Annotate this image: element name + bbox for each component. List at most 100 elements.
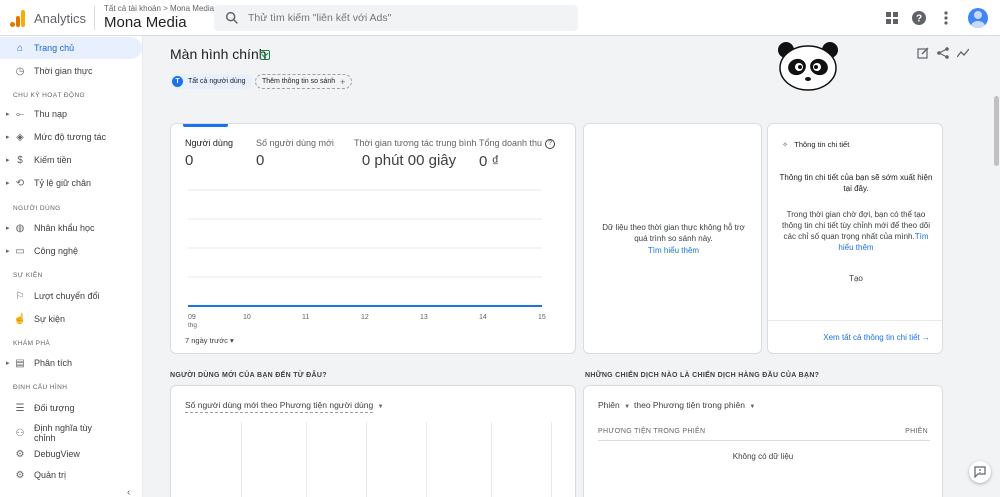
apps-grid-icon[interactable]: [883, 9, 901, 27]
x-tick-label: 14: [479, 314, 487, 321]
learn-more-link[interactable]: Tìm hiểu thêm: [596, 246, 751, 255]
x-tick-label: 09: [188, 314, 196, 321]
help-icon[interactable]: ?: [545, 138, 556, 149]
sidebar-item-explore[interactable]: ▸ ▤ Phân tích: [0, 352, 143, 374]
edit-icon[interactable]: [916, 46, 930, 60]
help-icon[interactable]: ?: [910, 9, 928, 27]
sidebar-item-engagement[interactable]: ▸ ◈ Mức độ tương tác: [0, 126, 143, 148]
debug-icon: ⚙: [15, 448, 25, 460]
insights-header: Thông tin chi tiết: [794, 140, 850, 149]
sidebar-item-label: Trang chủ: [34, 43, 75, 53]
x-tick-label: 12: [361, 314, 369, 321]
dimension-dropdown[interactable]: theo Phương tiện trong phiên ▼: [634, 400, 755, 410]
metric-users[interactable]: Người dùng 0: [185, 138, 233, 169]
search-input[interactable]: [248, 9, 568, 27]
chevron-down-icon: ▼: [377, 404, 384, 410]
link-label: Xem tất cả thông tin chi tiết: [823, 333, 920, 342]
x-tick-label: thg: [188, 322, 197, 329]
collapse-sidebar-icon[interactable]: ‹: [127, 487, 130, 497]
insights-card: ✧ Thông tin chi tiết Thông tin chi tiết …: [767, 123, 943, 354]
sparkle-icon: ✧: [782, 140, 789, 149]
property-selector[interactable]: Mona Media: [104, 14, 187, 31]
metric-new-users[interactable]: Số người dùng mới 0: [256, 138, 334, 169]
sidebar-item-tech[interactable]: ▸ ▭ Công nghệ: [0, 240, 143, 262]
chip-label: Thêm thông tin so sánh: [262, 78, 336, 85]
comparison-chip-all-users[interactable]: T Tất cả người dùng: [170, 74, 252, 89]
column-header[interactable]: PHƯƠNG TIỆN TRONG PHIÊN: [598, 428, 705, 435]
sidebar-item-retention[interactable]: ▸ ⟲ Tỷ lệ giữ chân: [0, 172, 143, 194]
section-lifecycle: CHU KỲ HOẠT ĐỘNG: [13, 92, 86, 99]
scrollbar[interactable]: [994, 96, 999, 166]
sidebar-item-demographics[interactable]: ▸ ◍ Nhân khẩu học: [0, 217, 143, 239]
section-configure: ĐỊNH CẤU HÌNH: [13, 384, 68, 391]
metric-label: Số người dùng mới: [256, 138, 334, 148]
column-header[interactable]: PHIÊN: [905, 428, 928, 435]
chip-label: Tất cả người dùng: [188, 78, 246, 85]
account-avatar[interactable]: [968, 8, 988, 28]
sidebar-item-label: Tỷ lệ giữ chân: [34, 178, 92, 188]
dropdown-label: theo Phương tiện trong phiên: [634, 400, 745, 410]
analytics-logo[interactable]: [10, 9, 26, 27]
analysis-icon: ▤: [15, 357, 25, 369]
date-range-dropdown[interactable]: 7 ngày trước ▾: [185, 336, 234, 345]
x-tick-label: 11: [302, 314, 309, 321]
expand-caret-icon: ▸: [6, 360, 10, 367]
dimension-dropdown[interactable]: Số người dùng mới theo Phương tiện người…: [185, 400, 384, 413]
expand-caret-icon: ▸: [6, 111, 10, 118]
custom-definitions-icon: ⚇: [15, 427, 25, 439]
sidebar-item-audiences[interactable]: ☰ Đối tượng: [0, 397, 143, 419]
breadcrumb[interactable]: Tất cả tài khoản > Mona Media: [104, 4, 214, 13]
clock-icon: ◷: [15, 65, 25, 77]
section-heading: NHỮNG CHIẾN DỊCH NÀO LÀ CHIẾN DỊCH HÀNG …: [585, 372, 820, 379]
sidebar-item-realtime[interactable]: ◷ Thời gian thực: [0, 60, 143, 82]
sidebar-item-monetization[interactable]: ▸ $ Kiếm tiền: [0, 149, 143, 171]
chevron-down-icon: ▼: [749, 404, 756, 410]
sidebar-item-label: Thời gian thực: [34, 66, 93, 76]
expand-caret-icon: ▸: [6, 225, 10, 232]
sidebar-item-admin[interactable]: ⚙ Quản trị: [0, 464, 143, 486]
add-comparison-button[interactable]: Thêm thông tin so sánh +: [255, 74, 353, 89]
chevron-down-icon: ▾: [229, 336, 234, 345]
realtime-message: Dữ liệu theo thời gian thực không hỗ trợ…: [602, 223, 745, 243]
sidebar-item-label: Nhân khẩu học: [34, 223, 95, 233]
metric-value: 0: [256, 152, 265, 169]
share-icon[interactable]: [936, 46, 950, 60]
more-vert-icon[interactable]: [937, 9, 955, 27]
users-line-chart: 09thg 10 11 12 13 14 15: [188, 189, 546, 329]
metric-value: 0: [185, 152, 194, 169]
expand-caret-icon: ▸: [6, 180, 10, 187]
globe-icon: ◍: [15, 222, 25, 234]
insights-icon[interactable]: [956, 46, 970, 60]
sidebar: ⌂ Trang chủ ◷ Thời gian thực CHU KỲ HOẠT…: [0, 36, 143, 497]
section-events: SỰ KIỆN: [13, 272, 43, 279]
sidebar-item-conversions[interactable]: ⚐ Lượt chuyển đổi: [0, 285, 143, 307]
acquisition-icon: ⟜: [16, 108, 24, 120]
feedback-icon[interactable]: [969, 461, 991, 483]
verified-icon: [260, 50, 270, 60]
app-title[interactable]: Analytics: [34, 11, 86, 26]
search-bar[interactable]: [214, 5, 578, 31]
metric-dropdown[interactable]: Phiên ▼: [598, 400, 630, 410]
insights-title: Thông tin chi tiết của bạn sẽ sớm xuất h…: [779, 173, 933, 193]
x-tick-label: 10: [243, 314, 251, 321]
panda-mascot-image: [778, 42, 838, 91]
sidebar-item-acquisition[interactable]: ▸ ⟜ Thu nạp: [0, 103, 143, 125]
arrow-right-icon: →: [922, 333, 930, 342]
x-tick-label: 15: [538, 314, 546, 321]
sidebar-item-label: Thu nạp: [34, 109, 68, 119]
sidebar-item-label: Kiếm tiền: [34, 155, 72, 165]
expand-caret-icon: ▸: [6, 157, 10, 164]
metric-avg-engagement[interactable]: Thời gian tương tác trung bình: [354, 138, 476, 148]
metric-label: Người dùng: [185, 138, 233, 148]
sidebar-item-events[interactable]: ☝ Sự kiện: [0, 308, 143, 330]
view-all-insights-link[interactable]: Xem tất cả thông tin chi tiết →: [823, 333, 930, 342]
create-insight-button[interactable]: Tạo: [778, 274, 934, 283]
metric-revenue[interactable]: Tổng doanh thu? 0 ₫: [479, 138, 556, 170]
divider: [768, 320, 942, 321]
realtime-card: Dữ liệu theo thời gian thực không hỗ trợ…: [583, 123, 762, 354]
chevron-down-icon: ▼: [624, 404, 631, 410]
sidebar-item-debugview[interactable]: ⚙ DebugView: [0, 443, 143, 465]
dropdown-label: Phiên: [598, 400, 620, 410]
sidebar-item-home[interactable]: ⌂ Trang chủ: [0, 37, 142, 59]
retention-icon: ⟲: [15, 177, 25, 189]
